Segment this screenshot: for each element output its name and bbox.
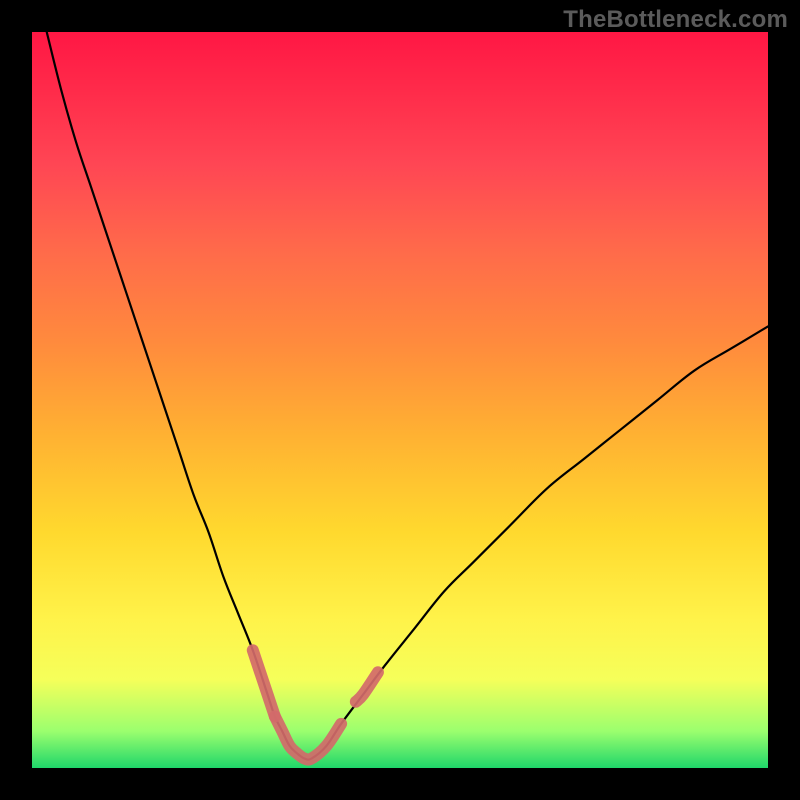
- bottleneck-curve: [47, 32, 768, 760]
- highlight-segment: [275, 716, 341, 759]
- watermark-label: TheBottleneck.com: [563, 6, 788, 34]
- highlight-segment: [253, 650, 275, 716]
- bottleneck-highlight-region: [253, 650, 378, 759]
- highlight-segment: [356, 672, 378, 701]
- bottleneck-curve-plot: [32, 32, 768, 768]
